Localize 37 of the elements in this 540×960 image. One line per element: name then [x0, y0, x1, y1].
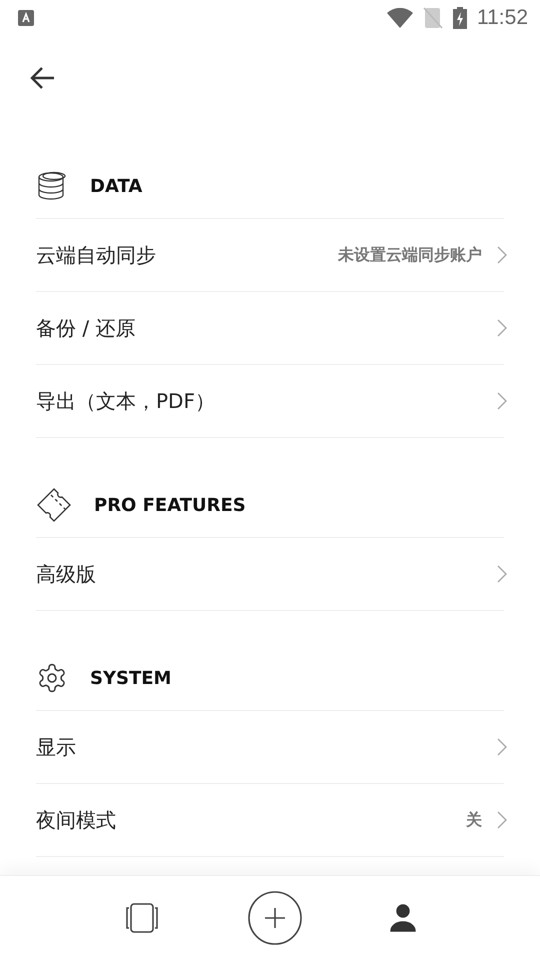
chevron-icon [496, 245, 508, 265]
nav-button[interactable] [248, 891, 302, 945]
row-label: 高级版 [36, 560, 97, 588]
settings-row[interactable]: 导出（文本，PDF） [36, 365, 504, 438]
ticket-icon [36, 487, 72, 523]
cards-icon [124, 903, 160, 933]
back-arrow-icon [29, 66, 55, 90]
row-label: 备份 / 还原 [36, 314, 136, 342]
chevron-icon [496, 737, 508, 757]
settings-row[interactable]: 高级版 [36, 538, 504, 611]
chevron-icon [496, 564, 508, 584]
nav-button[interactable] [390, 904, 416, 932]
row-value: 未设置云端同步账户 [338, 244, 482, 266]
chevron-icon [496, 318, 508, 338]
nav-button[interactable] [124, 903, 160, 933]
settings-row[interactable]: 云端自动同步 未设置云端同步账户 [36, 219, 504, 292]
add-icon [248, 891, 302, 945]
row-label: 导出（文本，PDF） [36, 388, 216, 414]
settings-row[interactable]: 显示 [36, 711, 504, 784]
no-sim-icon [423, 7, 443, 29]
status-time: 11:52 [477, 6, 528, 30]
person-icon [390, 904, 416, 932]
section-title: DATA [90, 176, 142, 196]
database-icon [36, 170, 68, 202]
settings-row[interactable]: 备份 / 还原 [36, 292, 504, 365]
keyboard-indicator-icon [18, 10, 34, 26]
section-title: PRO FEATURES [94, 494, 246, 516]
wifi-icon [387, 8, 413, 28]
battery-charging-icon [453, 7, 467, 29]
section-title: SYSTEM [90, 668, 172, 688]
chevron-icon [496, 391, 508, 411]
row-value: 关 [466, 810, 482, 830]
row-label: 云端自动同步 [36, 242, 157, 268]
settings-row[interactable]: 夜间模式 关 [36, 784, 504, 857]
chevron-icon [496, 810, 508, 830]
row-label: 显示 [36, 734, 77, 760]
row-label: 夜间模式 [36, 806, 117, 834]
